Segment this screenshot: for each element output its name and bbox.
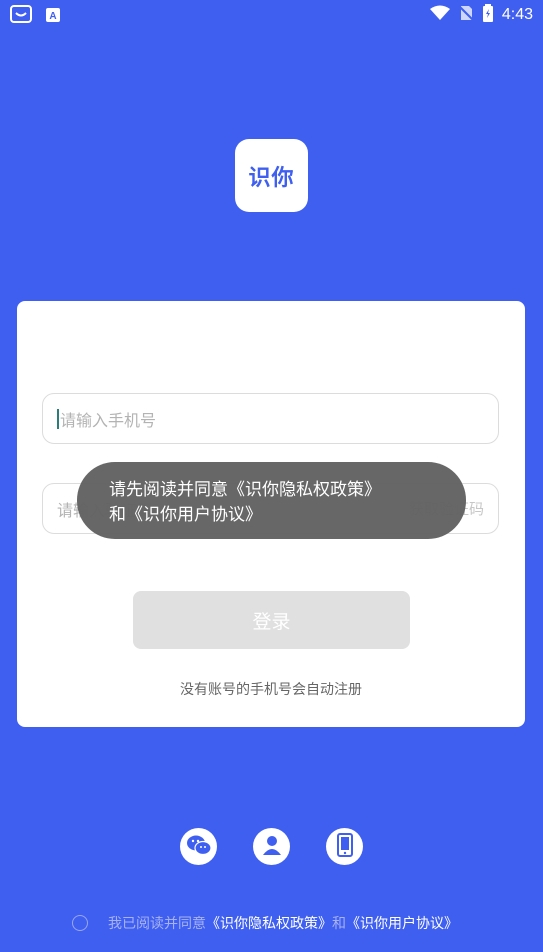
agreement-radio[interactable]	[72, 915, 88, 931]
login-label: 登录	[252, 610, 291, 633]
phone-login-button[interactable]	[326, 828, 363, 865]
user-agreement-link[interactable]: 《识你用户协议》	[346, 913, 458, 933]
login-button[interactable]: 登录	[133, 591, 410, 649]
status-time: 4:43	[501, 6, 533, 23]
logo-text: 识你	[248, 165, 295, 191]
toast-line-2: 和《识你用户协议》	[109, 505, 262, 525]
svg-text:A: A	[49, 11, 56, 22]
phone-icon	[336, 832, 353, 861]
agreement-prefix: 我已阅读并同意	[108, 916, 206, 932]
privacy-policy-link[interactable]: 《识你隐私权政策》	[206, 913, 332, 933]
account-login-button[interactable]	[253, 828, 290, 865]
text-caret	[57, 408, 59, 429]
auto-register-hint: 没有账号的手机号会自动注册	[180, 682, 362, 698]
user-icon	[261, 834, 283, 860]
wechat-login-button[interactable]	[180, 828, 217, 865]
wechat-icon	[186, 834, 212, 860]
toast-line-1: 请先阅读并同意《识你隐私权政策》	[109, 480, 381, 500]
no-sim-icon	[458, 5, 474, 25]
app-logo: 识你	[235, 139, 308, 212]
wifi-icon	[429, 5, 450, 25]
agreement-row: 我已阅读并同意 《识你隐私权政策》 和 《识你用户协议》	[72, 913, 458, 933]
phone-placeholder: 请输入手机号	[60, 410, 157, 430]
battery-icon	[482, 4, 494, 26]
agreement-and: 和	[332, 916, 346, 932]
status-left: A	[10, 5, 60, 27]
status-bar: A 4:43	[0, 0, 543, 28]
status-right: 4:43	[429, 4, 533, 26]
toast-message: 请先阅读并同意《识你隐私权政策》 和《识你用户协议》	[77, 462, 466, 539]
phone-input[interactable]: 请输入手机号	[42, 393, 499, 444]
a-app-icon: A	[46, 7, 60, 26]
face-frame-icon	[10, 5, 32, 27]
